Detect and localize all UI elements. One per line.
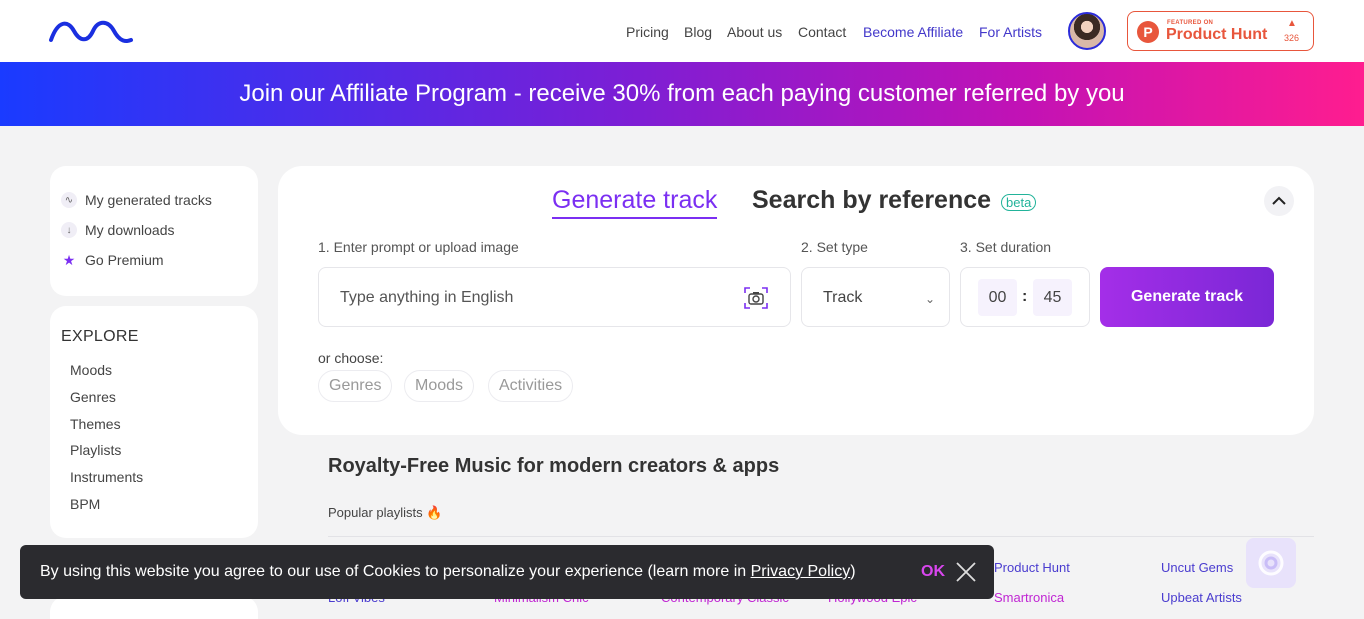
fire-icon: 🔥 <box>426 505 443 520</box>
cookie-consent-bar: By using this website you agree to our u… <box>20 545 994 599</box>
affiliate-banner[interactable]: Join our Affiliate Program - receive 30%… <box>0 62 1364 126</box>
duration-separator: : <box>1022 288 1028 305</box>
chip-activities[interactable]: Activities <box>488 370 574 402</box>
chip-moods[interactable]: Moods <box>404 370 475 402</box>
nav-become-affiliate[interactable]: Become Affiliate <box>863 24 963 40</box>
sidebar-extra-card <box>50 596 258 619</box>
prompt-input[interactable]: Type anything in English <box>318 267 791 327</box>
waveform-icon: ∿ <box>61 192 77 208</box>
step-prompt-label: 1. Enter prompt or upload image <box>318 239 519 255</box>
close-icon[interactable] <box>954 560 978 584</box>
popular-playlists-label: Popular playlists 🔥 <box>328 505 442 521</box>
chip-genres[interactable]: Genres <box>318 370 393 402</box>
product-hunt-badge[interactable]: P FEATURED ON Product Hunt ▲ 326 <box>1127 11 1314 51</box>
sidebar-item-go-premium[interactable]: ★ Go Premium <box>61 251 164 269</box>
collapse-button[interactable] <box>1264 186 1294 216</box>
step-type-label: 2. Set type <box>801 239 868 255</box>
cookie-message: By using this website you agree to our u… <box>40 563 856 581</box>
swirl-icon <box>1258 550 1284 576</box>
playlist-link[interactable]: Product Hunt <box>994 560 1070 575</box>
upvote-arrow-icon: ▲ <box>1287 18 1297 29</box>
chevron-up-icon <box>1272 196 1286 205</box>
explore-item-bpm[interactable]: BPM <box>70 496 100 512</box>
type-select-value: Track <box>823 289 863 306</box>
product-hunt-icon: P <box>1137 21 1159 43</box>
explore-item-genres[interactable]: Genres <box>70 389 116 405</box>
product-hunt-name: Product Hunt <box>1166 26 1268 43</box>
duration-seconds-field[interactable]: 45 <box>1033 279 1072 316</box>
download-icon: ↓ <box>61 222 77 238</box>
sidebar-item-label: My generated tracks <box>85 192 212 208</box>
tab-generate-track[interactable]: Generate track <box>552 186 718 219</box>
nav-pricing[interactable]: Pricing <box>626 24 669 40</box>
cookie-text: By using this website you agree to our u… <box>40 563 751 580</box>
site-header: Pricing Blog About us Contact Become Aff… <box>0 0 1364 62</box>
cookie-ok-button[interactable]: OK <box>921 563 945 581</box>
explore-item-playlists[interactable]: Playlists <box>70 442 121 458</box>
chat-widget-button[interactable] <box>1246 538 1296 588</box>
explore-item-moods[interactable]: Moods <box>70 362 112 378</box>
divider <box>328 536 1314 537</box>
prompt-placeholder: Type anything in English <box>340 289 514 306</box>
section-title: Royalty-Free Music for modern creators &… <box>328 455 780 477</box>
duration-input: 00 : 45 <box>960 267 1090 327</box>
sidebar-item-label: My downloads <box>85 222 175 238</box>
track-generator-card: Generate track Search by reference beta … <box>278 166 1314 435</box>
cookie-text-end: ) <box>850 563 856 580</box>
brand-logo-icon[interactable] <box>48 18 134 44</box>
nav-blog[interactable]: Blog <box>684 24 712 40</box>
user-avatar[interactable] <box>1068 12 1106 50</box>
explore-item-instruments[interactable]: Instruments <box>70 469 143 485</box>
explore-item-themes[interactable]: Themes <box>70 416 121 432</box>
nav-contact[interactable]: Contact <box>798 24 846 40</box>
playlist-link[interactable]: Upbeat Artists <box>1161 590 1242 605</box>
sidebar-item-label: Go Premium <box>85 252 164 268</box>
duration-minutes-field[interactable]: 00 <box>978 279 1017 316</box>
playlist-link[interactable]: Uncut Gems <box>1161 560 1233 575</box>
beta-badge: beta <box>1001 194 1037 211</box>
sidebar-item-generated-tracks[interactable]: ∿ My generated tracks <box>61 192 212 208</box>
playlist-link[interactable]: Smartronica <box>994 590 1064 605</box>
sidebar-item-downloads[interactable]: ↓ My downloads <box>61 222 175 238</box>
privacy-policy-link[interactable]: Privacy Policy <box>751 563 851 580</box>
sidebar-user-links: ∿ My generated tracks ↓ My downloads ★ G… <box>50 166 258 296</box>
nav-for-artists[interactable]: For Artists <box>979 24 1042 40</box>
product-hunt-upvote-count: 326 <box>1284 33 1300 43</box>
or-choose-label: or choose: <box>318 350 384 366</box>
nav-about-us[interactable]: About us <box>727 24 782 40</box>
chevron-down-icon: ⌄ <box>925 292 936 306</box>
type-select[interactable]: Track ⌄ <box>801 267 950 327</box>
sidebar-explore: EXPLORE Moods Genres Themes Playlists In… <box>50 306 258 538</box>
step-duration-label: 3. Set duration <box>960 239 1052 255</box>
camera-upload-icon[interactable] <box>743 285 769 311</box>
star-icon: ★ <box>62 251 76 268</box>
tab-search-by-reference[interactable]: Search by reference <box>752 186 991 215</box>
popular-playlists-text: Popular playlists <box>328 505 423 520</box>
explore-heading: EXPLORE <box>61 328 139 345</box>
generate-track-button[interactable]: Generate track <box>1100 267 1274 327</box>
